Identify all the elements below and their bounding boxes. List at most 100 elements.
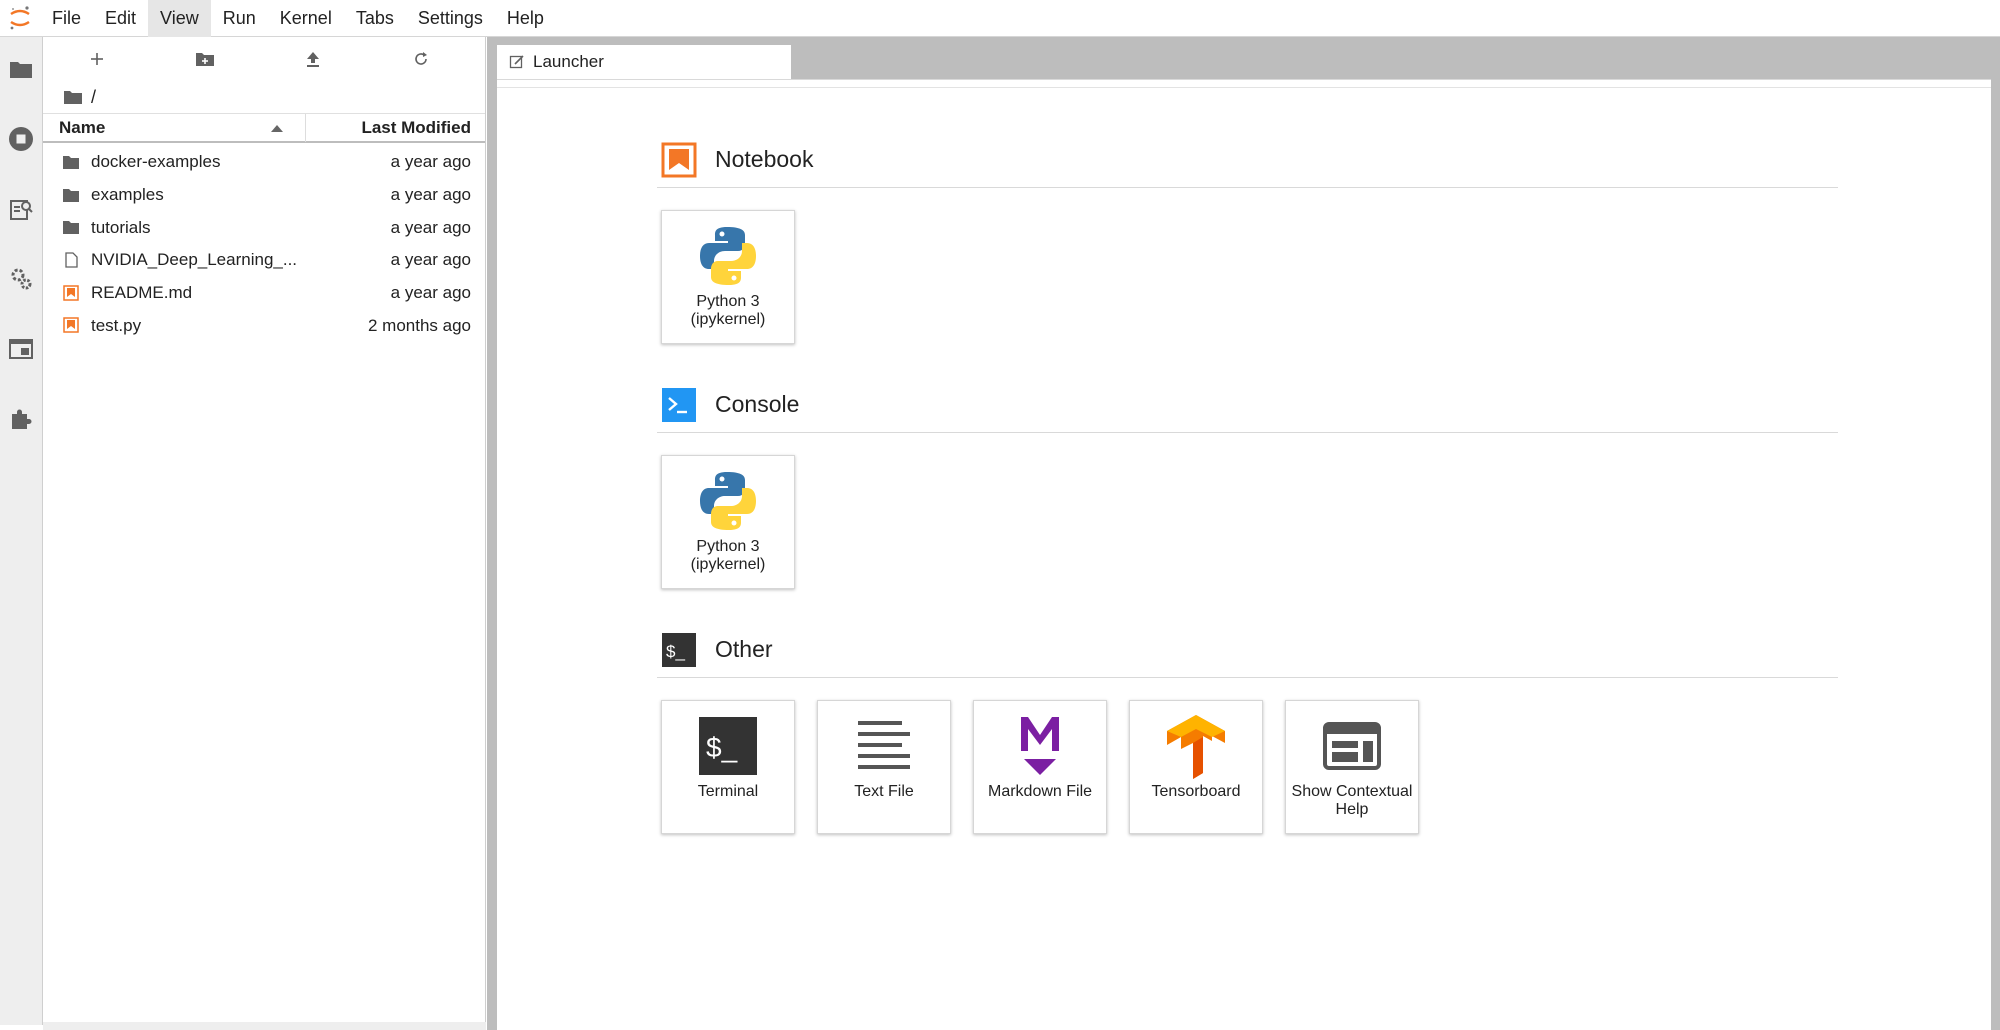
section-title: Notebook	[715, 146, 814, 172]
card-label: Markdown File	[987, 783, 1093, 800]
contextual-help-icon	[1286, 701, 1418, 783]
file-icon	[65, 252, 78, 268]
file-name: examples	[91, 185, 164, 205]
text-file-card[interactable]: Text File	[817, 700, 951, 834]
menubar: File Edit View Run Kernel Tabs Settings …	[0, 0, 2000, 37]
file-name: docker-examples	[91, 152, 221, 172]
card-label: Python 3 (ipykernel)	[690, 538, 766, 573]
file-name: tutorials	[91, 217, 151, 237]
file-row[interactable]: tutorials a year ago	[43, 211, 485, 244]
file-list-header: Name Last Modified	[43, 113, 485, 143]
folder-icon	[63, 221, 79, 235]
tensorboard-card[interactable]: Tensorboard	[1129, 700, 1263, 834]
section-header: Notebook	[657, 132, 1838, 188]
file-modified: a year ago	[390, 217, 471, 237]
file-modified: a year ago	[390, 185, 471, 205]
section-title: Console	[715, 391, 800, 417]
new-folder-icon	[196, 53, 214, 66]
notebook-python3-card[interactable]: Python 3 (ipykernel)	[661, 210, 795, 344]
card-label: Terminal	[697, 783, 759, 800]
notebook-icon	[661, 142, 697, 178]
file-row[interactable]: examples a year ago	[43, 179, 485, 212]
menu-settings[interactable]: Settings	[406, 0, 495, 37]
file-modified: 2 months ago	[367, 315, 471, 335]
folder-icon	[63, 188, 79, 202]
card-label: Text File	[854, 783, 914, 800]
last-modified-column-header[interactable]: Last Modified	[361, 118, 471, 138]
card-label: Tensorboard	[1151, 783, 1241, 800]
file-browser: / Name Last Modified docker-examples a y…	[43, 37, 486, 1025]
python-logo-icon	[662, 456, 794, 538]
extension-icon[interactable]	[7, 405, 35, 433]
file-modified: a year ago	[390, 283, 471, 303]
svg-text:$_: $_	[706, 732, 738, 763]
terminal-icon: $_	[661, 632, 697, 668]
console-python3-card[interactable]: Python 3 (ipykernel)	[661, 455, 795, 589]
menu-edit[interactable]: Edit	[93, 0, 148, 37]
markdown-file-icon	[63, 285, 79, 301]
file-name: NVIDIA_Deep_Learning_...	[91, 250, 298, 270]
property-inspector-icon[interactable]	[7, 195, 35, 223]
breadcrumb-root[interactable]: /	[91, 87, 96, 108]
tabs-icon[interactable]	[7, 335, 35, 363]
markdown-file-icon	[63, 317, 79, 334]
column-divider[interactable]	[305, 114, 306, 142]
main-dock-area: Launcher Notebook Python 3 (ipykernel) C…	[487, 37, 2000, 1030]
left-activity-bar	[0, 37, 43, 1025]
markdown-icon	[974, 701, 1106, 783]
launcher-panel: Notebook Python 3 (ipykernel) Console Py…	[497, 79, 1991, 1030]
menu-run[interactable]: Run	[211, 0, 268, 37]
file-name: README.md	[91, 283, 193, 303]
tab-launcher[interactable]: Launcher	[497, 45, 791, 79]
jupyter-logo-icon[interactable]	[0, 0, 40, 37]
file-row[interactable]: docker-examples a year ago	[43, 146, 485, 179]
file-row[interactable]: test.py 2 months ago	[43, 309, 485, 342]
terminal-icon: $_	[662, 701, 794, 783]
status-bar	[43, 1022, 486, 1030]
file-row[interactable]: README.md a year ago	[43, 277, 485, 310]
new-folder-button[interactable]	[151, 37, 259, 81]
folder-icon	[63, 156, 79, 169]
python-logo-icon	[662, 211, 794, 293]
card-label: Python 3 (ipykernel)	[690, 293, 766, 328]
file-list: docker-examples a year ago examples a ye…	[43, 143, 485, 342]
sort-ascending-icon	[271, 125, 283, 132]
running-icon[interactable]	[7, 125, 35, 153]
card-label: Show Contextual Help	[1291, 783, 1413, 818]
svg-text:$_: $_	[666, 642, 685, 661]
text-file-icon	[818, 701, 950, 783]
notebook-section: Notebook Python 3 (ipykernel)	[657, 132, 1838, 344]
file-row[interactable]: NVIDIA_Deep_Learning_... a year ago	[43, 244, 485, 277]
upload-button[interactable]	[259, 37, 367, 81]
file-browser-toolbar	[43, 37, 485, 81]
console-icon	[661, 387, 697, 423]
name-column-header[interactable]: Name	[59, 118, 105, 138]
other-section: $_ Other $_ Terminal Text File Markdown …	[657, 622, 1838, 834]
console-section: Console Python 3 (ipykernel)	[657, 377, 1838, 589]
menu-kernel[interactable]: Kernel	[268, 0, 344, 37]
launcher-edit-icon	[509, 55, 524, 69]
panel-toolbar	[497, 80, 1991, 88]
file-name: test.py	[91, 315, 142, 335]
menu-view[interactable]: View	[148, 0, 211, 37]
home-folder-icon[interactable]	[63, 89, 83, 105]
upload-icon	[307, 52, 319, 67]
settings-gear-icon[interactable]	[7, 265, 35, 293]
menu-tabs[interactable]: Tabs	[344, 0, 406, 37]
file-modified: a year ago	[390, 250, 471, 270]
plus-icon	[91, 53, 103, 65]
contextual-help-card[interactable]: Show Contextual Help	[1285, 700, 1419, 834]
menu-file[interactable]: File	[40, 0, 93, 37]
tab-bar: Launcher	[487, 37, 2000, 79]
section-title: Other	[715, 636, 773, 662]
breadcrumb: /	[43, 81, 485, 113]
refresh-button[interactable]	[367, 37, 475, 81]
terminal-card[interactable]: $_ Terminal	[661, 700, 795, 834]
menu-help[interactable]: Help	[495, 0, 556, 37]
folder-icon[interactable]	[7, 55, 35, 83]
section-header: Console	[657, 377, 1838, 433]
tab-label: Launcher	[533, 52, 604, 71]
section-header: $_ Other	[657, 622, 1838, 678]
markdown-file-card[interactable]: Markdown File	[973, 700, 1107, 834]
new-launcher-button[interactable]	[43, 37, 151, 81]
